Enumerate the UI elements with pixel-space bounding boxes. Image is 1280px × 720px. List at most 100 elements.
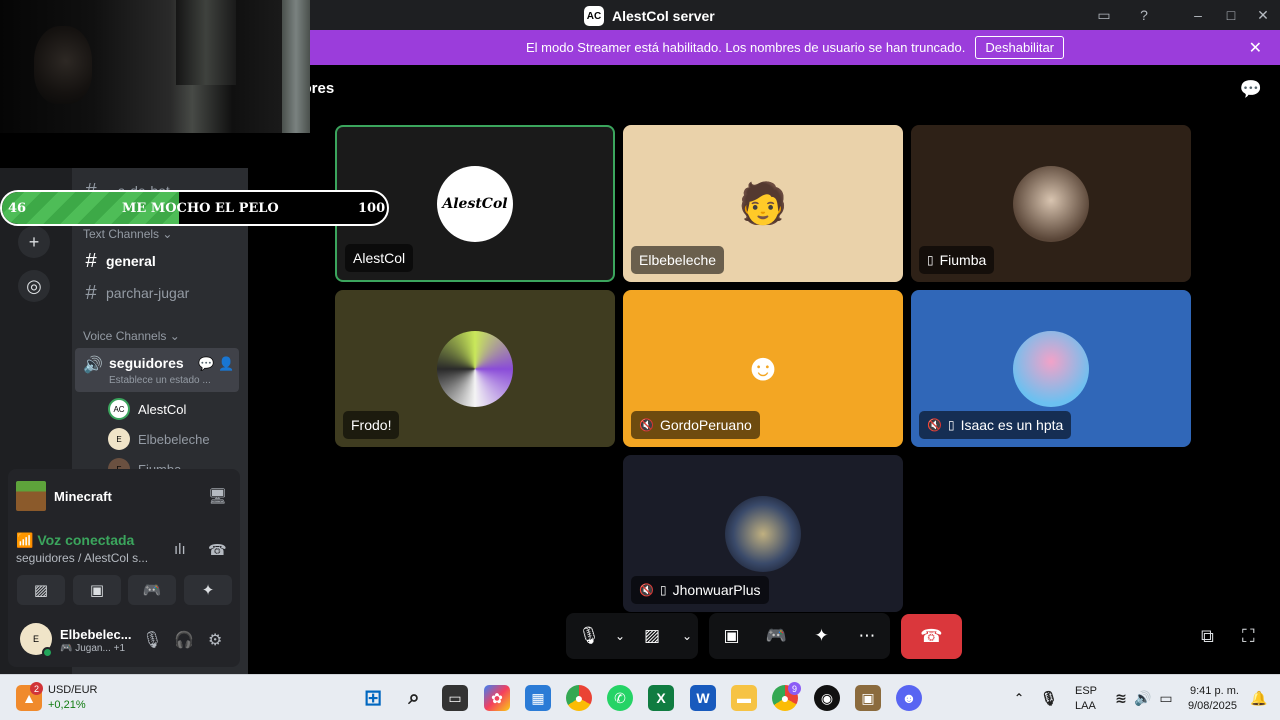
chevron-down-icon: ⌄ — [169, 329, 180, 343]
webcam-overlay — [0, 0, 310, 133]
camera-options-chevron-icon[interactable]: ⌄ — [676, 613, 698, 659]
chat-bubble-icon[interactable]: 💬 — [1240, 79, 1262, 100]
mic-options-chevron-icon[interactable]: ⌄ — [612, 613, 628, 659]
keyboard-layout[interactable]: LAA — [1075, 700, 1096, 712]
ticker-name[interactable]: USD/EUR — [48, 684, 98, 696]
close-banner-icon[interactable]: ✕ — [1249, 38, 1262, 58]
help-icon[interactable]: ? — [1134, 5, 1154, 25]
excel-icon[interactable]: X — [648, 685, 674, 711]
voice-channel-seguidores[interactable]: 🔊 seguidores Establece un estado ... 💬 👤 — [75, 348, 239, 392]
maximize-button[interactable]: □ — [1219, 5, 1243, 25]
media-controls: 🎙 ⌄ ▨ ⌄ — [566, 613, 698, 659]
windows-taskbar: ▲ 2 USD/EUR +0,21% ⊞ ⌕ ▭ ✿ ▦ ● ✆ X W ▬ ●… — [0, 674, 1280, 720]
chat-icon[interactable]: 💬 — [198, 356, 214, 372]
hash-icon: # — [85, 281, 97, 304]
participant-avatar — [437, 330, 513, 407]
participant-tile[interactable]: 🔇 ▯ Isaac es un hpta — [911, 290, 1191, 447]
noise-suppression-icon[interactable]: ılı — [174, 541, 186, 558]
share-screen-button[interactable]: ▣ — [709, 613, 754, 659]
chevron-down-icon: ⌄ — [162, 227, 173, 241]
clock-date[interactable]: 9/08/2025 — [1188, 700, 1237, 712]
obs-icon[interactable]: ◉ — [814, 685, 840, 711]
goal-current-value: 46 — [8, 201, 27, 216]
participant-tile[interactable]: 🔇 ▯ JhonwuarPlus — [623, 455, 903, 612]
voice-connected-label[interactable]: 📶 Voz conectada — [16, 532, 134, 549]
user-panel: E Elbebelec... 🎮 Jugan... +1 🎙 🎧 ⚙ — [8, 613, 240, 667]
activities-button[interactable]: 🎮 — [128, 575, 176, 605]
participant-name-tag: Elbebeleche — [631, 246, 725, 274]
channel-general[interactable]: # general — [82, 246, 238, 276]
voice-member[interactable]: AC AlestCol — [108, 397, 186, 421]
more-options-button[interactable]: ⋯ — [844, 613, 890, 659]
discover-icon[interactable]: ◎ — [18, 270, 50, 302]
channel-parchar-jugar[interactable]: # parchar-jugar — [82, 278, 238, 308]
activities-button[interactable]: 🎮 — [754, 613, 799, 659]
voice-channels-header[interactable]: Voice Channels ⌄ — [83, 329, 180, 343]
start-menu-icon[interactable]: ⊞ — [360, 685, 386, 711]
camera-off-button[interactable]: ▨ — [17, 575, 65, 605]
microphone-button[interactable]: 🎙 — [566, 613, 612, 659]
voice-channel-status[interactable]: Establece un estado ... — [109, 375, 211, 386]
webcam-face — [34, 26, 92, 104]
participant-name-tag: Frodo! — [343, 411, 400, 439]
task-view-icon[interactable]: ▭ — [442, 685, 468, 711]
window-title-text: AlestCol server — [612, 8, 715, 24]
speaker-icon: 🔊 — [83, 357, 103, 374]
language-code[interactable]: ESP — [1075, 685, 1097, 697]
minimize-button[interactable]: – — [1186, 5, 1210, 25]
pop-out-icon[interactable]: ⧉ — [1201, 626, 1214, 647]
fullscreen-icon[interactable]: ⛶ — [1242, 626, 1255, 647]
disconnect-icon[interactable]: ☎ — [208, 541, 227, 559]
voice-stage: uidores 💬 AlestCol AlestCol 🧑 Elbebelech… — [248, 65, 1280, 674]
text-channels-header[interactable]: Text Channels ⌄ — [83, 227, 172, 241]
invite-icon[interactable]: 👤 — [218, 356, 234, 372]
goal-title: ME MOCHO EL PELO — [122, 201, 279, 216]
participant-name-tag: ▯ Fiumba — [919, 246, 995, 274]
chrome-icon[interactable]: ● — [566, 685, 592, 711]
camera-off-button[interactable]: ▨ — [628, 613, 676, 659]
store-icon[interactable]: ▦ — [525, 685, 551, 711]
file-explorer-icon[interactable]: ▬ — [731, 685, 757, 711]
show-hidden-icons-chevron-icon[interactable]: ⌃ — [1006, 685, 1032, 711]
voice-member[interactable]: E Elbebeleche — [108, 427, 210, 451]
headphones-icon[interactable]: 🎧 — [174, 630, 194, 650]
webcam-background — [282, 0, 310, 133]
window-title: AC AlestCol server — [584, 6, 715, 26]
participant-tile[interactable]: ▯ Fiumba — [911, 125, 1191, 282]
ticker-change[interactable]: +0,21% — [48, 699, 86, 711]
share-screen-button[interactable]: ▣ — [73, 575, 121, 605]
microphone-icon[interactable]: 🎙 — [142, 630, 162, 650]
copilot-icon[interactable]: ✿ — [484, 685, 510, 711]
goal-progress-bar: 46 ME MOCHO EL PELO 100 — [0, 190, 389, 226]
notification-bell-icon[interactable]: 🔔 — [1246, 685, 1272, 711]
participant-tile[interactable]: 🧑 Elbebeleche — [623, 125, 903, 282]
activity-game[interactable]: Minecraft — [16, 481, 112, 511]
disable-streamer-button[interactable]: Deshabilitar — [975, 36, 1065, 59]
participant-tile[interactable]: ☻ 🔇 GordoPeruano — [623, 290, 903, 447]
muted-icon: 🔇 — [927, 418, 942, 432]
participant-tile[interactable]: Frodo! — [335, 290, 615, 447]
minecraft-taskbar-icon[interactable]: ▣ — [855, 685, 881, 711]
close-window-button[interactable]: ✕ — [1251, 5, 1275, 25]
battery-icon[interactable]: ▭ — [1153, 685, 1179, 711]
inbox-icon[interactable]: ▭ — [1094, 5, 1114, 25]
webcam-overlay-bottom — [0, 133, 248, 168]
participant-avatar — [725, 495, 801, 572]
participant-avatar: 🧑 — [738, 182, 788, 226]
end-call-button[interactable]: ☎ — [901, 614, 962, 659]
search-icon[interactable]: ⌕ — [401, 685, 427, 711]
screen-share-icon[interactable]: 🖥 — [208, 487, 227, 505]
settings-gear-icon[interactable]: ⚙ — [208, 630, 222, 650]
user-name[interactable]: Elbebelec... — [60, 627, 132, 642]
soundboard-button[interactable]: ✦ — [799, 613, 844, 659]
discord-taskbar-icon[interactable]: ☻ — [896, 685, 922, 711]
clock-time[interactable]: 9:41 p. m. — [1190, 685, 1239, 697]
voice-location[interactable]: seguidores / AlestCol s... — [16, 551, 148, 565]
webcam-background — [176, 0, 236, 85]
mobile-icon: ▯ — [659, 583, 667, 597]
add-server-icon[interactable]: + — [18, 226, 50, 258]
microphone-tray-icon[interactable]: 🎙 — [1036, 685, 1062, 711]
soundboard-button[interactable]: ✦ — [184, 575, 232, 605]
word-icon[interactable]: W — [690, 685, 716, 711]
whatsapp-icon[interactable]: ✆ — [607, 685, 633, 711]
